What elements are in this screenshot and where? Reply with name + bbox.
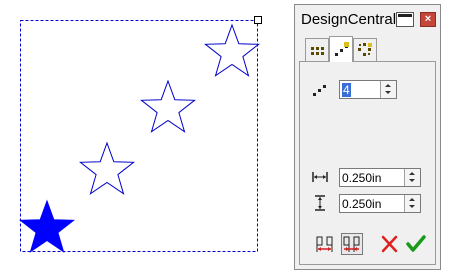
panel-titlebar[interactable]: DesignCentral × xyxy=(295,5,440,35)
vertical-spacing-icon xyxy=(315,195,325,211)
star-solid[interactable] xyxy=(19,199,75,253)
cancel-x-icon xyxy=(381,235,398,253)
count-stepper[interactable]: 4 xyxy=(339,80,397,99)
tab-circular-array[interactable] xyxy=(353,38,377,62)
align-spread-icon xyxy=(343,236,360,252)
drawing-canvas[interactable] xyxy=(0,0,290,278)
vertical-spacing-spin-arrows[interactable] xyxy=(404,195,420,212)
count-value[interactable]: 4 xyxy=(342,83,351,97)
horizontal-spacing-value[interactable]: 0.250in xyxy=(342,171,381,185)
grid-dots-icon xyxy=(311,47,324,55)
tab-linear-array[interactable] xyxy=(329,36,353,62)
star-outline-2[interactable] xyxy=(79,141,135,195)
close-button[interactable]: × xyxy=(420,12,436,27)
star-outline-4[interactable] xyxy=(204,23,260,77)
horizontal-spacing-icon xyxy=(312,172,328,182)
apply-button[interactable] xyxy=(405,233,427,255)
design-central-panel: DesignCentral × 4 0.250in 0.250in xyxy=(294,4,441,270)
count-spin-arrows[interactable] xyxy=(380,81,396,98)
horizontal-spacing-spin-arrows[interactable] xyxy=(404,169,420,186)
minimize-button[interactable] xyxy=(396,12,414,27)
panel-title: DesignCentral xyxy=(301,11,397,28)
diagonal-dots-icon xyxy=(335,42,349,56)
align-left-right-icon xyxy=(316,236,333,252)
align-spread-button[interactable] xyxy=(341,233,363,255)
vertical-spacing-value[interactable]: 0.250in xyxy=(342,197,381,211)
horizontal-spacing-stepper[interactable]: 0.250in xyxy=(339,168,421,187)
resize-handle[interactable] xyxy=(254,16,262,24)
vertical-spacing-stepper[interactable]: 0.250in xyxy=(339,194,421,213)
diagonal-dots-icon xyxy=(313,85,326,96)
circular-dots-icon xyxy=(358,43,372,56)
cancel-button[interactable] xyxy=(379,233,401,255)
apply-check-icon xyxy=(406,235,426,252)
align-left-right-button[interactable] xyxy=(314,233,336,255)
star-outline-3[interactable] xyxy=(140,79,196,133)
tab-grid-array[interactable] xyxy=(305,38,329,62)
